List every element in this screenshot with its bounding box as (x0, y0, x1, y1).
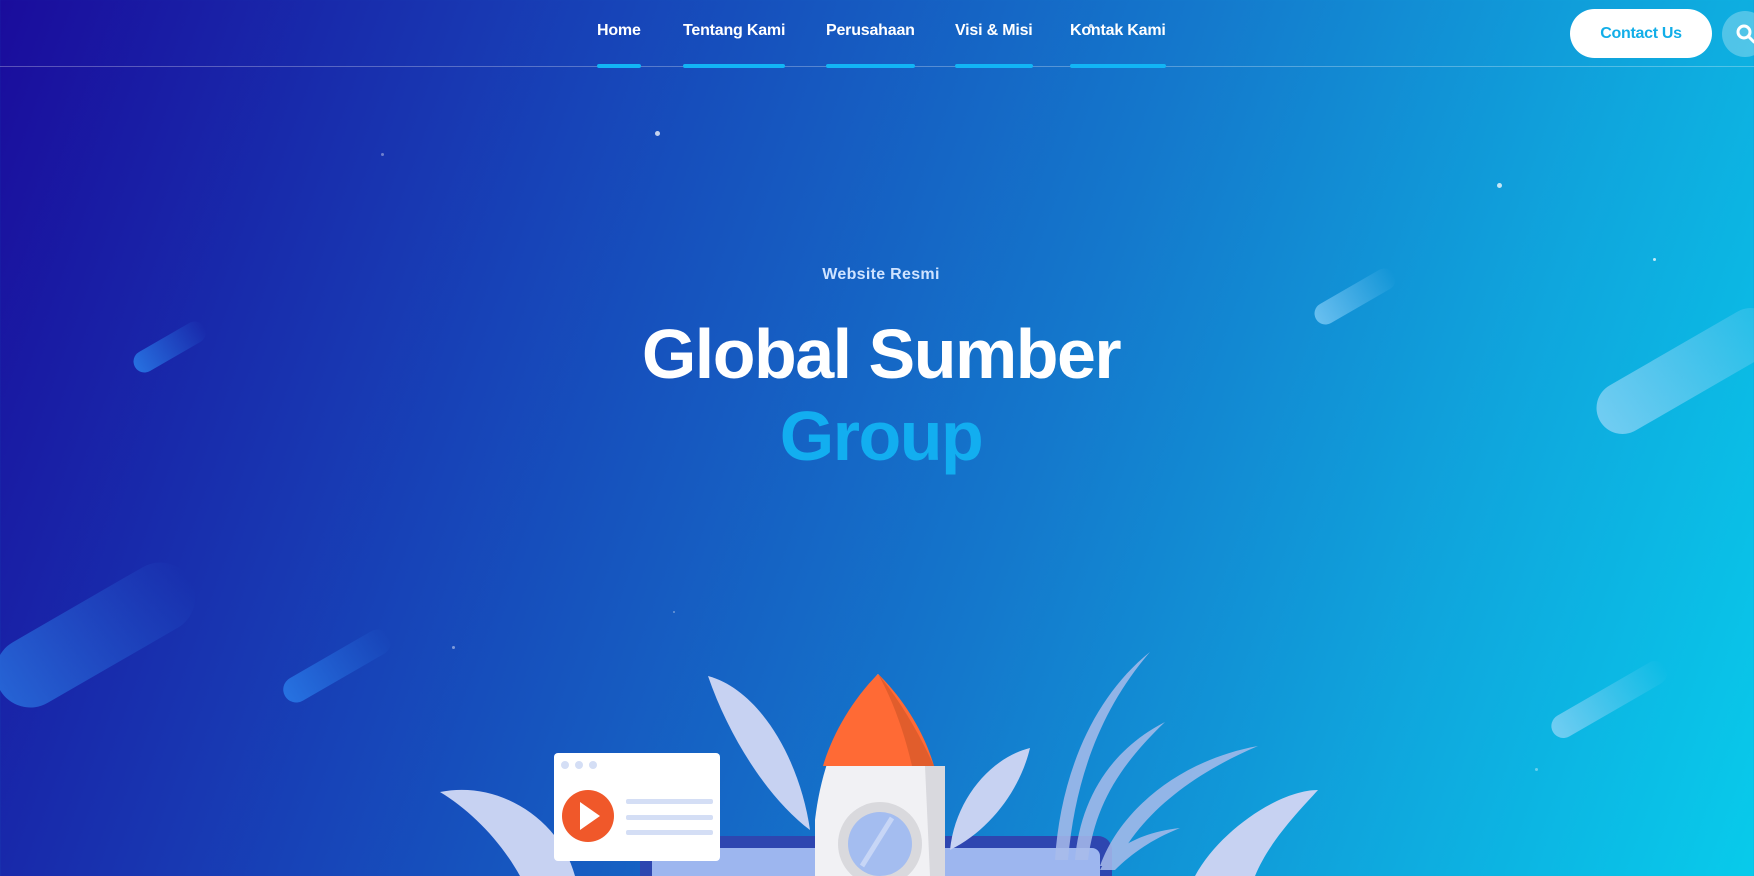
video-card-illustration (554, 753, 720, 861)
hero-illustration (440, 652, 1318, 876)
rocket-illustration (815, 674, 945, 876)
